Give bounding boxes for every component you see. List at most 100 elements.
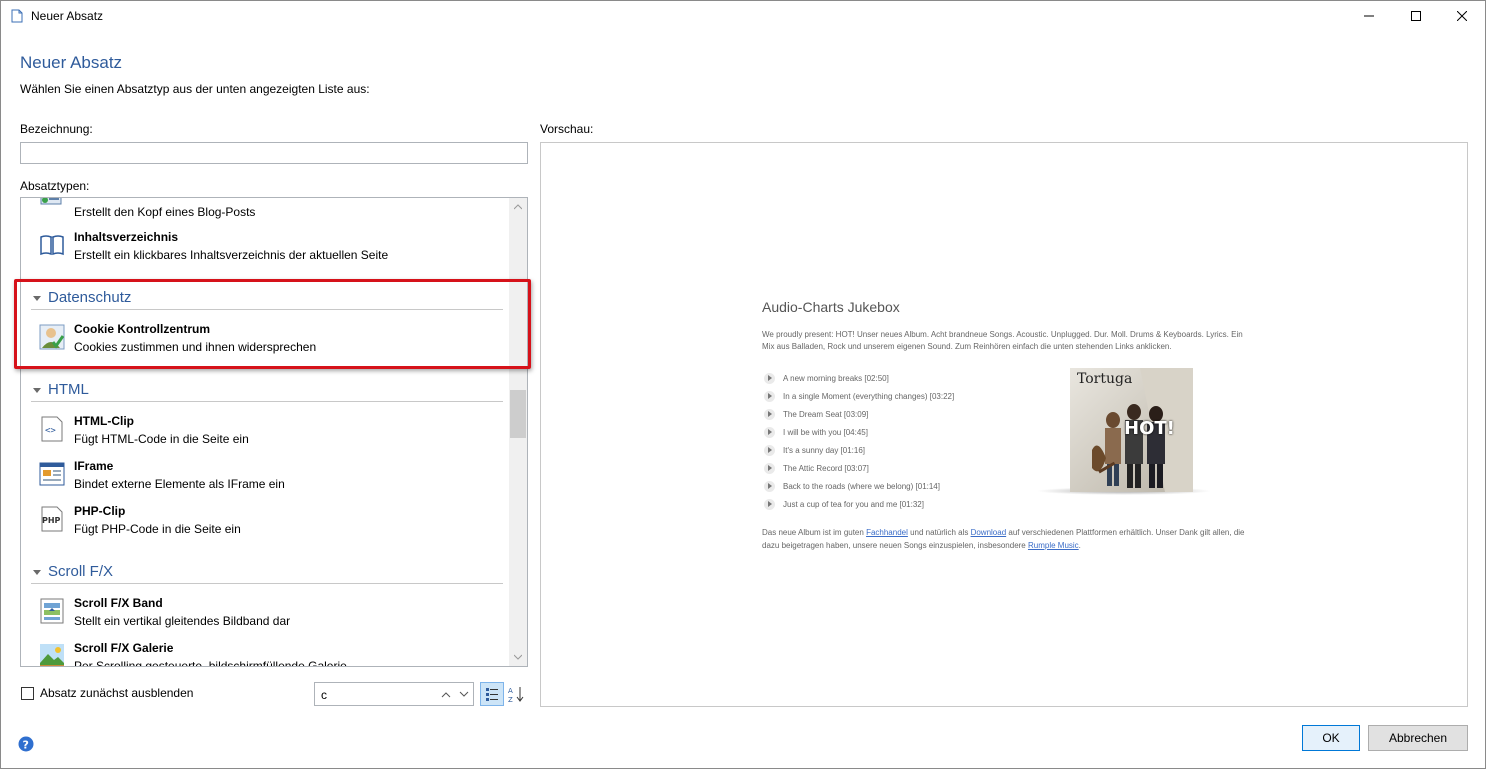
search-input-value: c bbox=[321, 688, 327, 702]
track-title: A new morning breaks [02:50] bbox=[783, 373, 889, 383]
list-scrollbar[interactable] bbox=[509, 198, 527, 666]
svg-text:A: A bbox=[508, 687, 513, 695]
play-icon bbox=[764, 444, 775, 456]
svg-text:PHP: PHP bbox=[42, 516, 61, 525]
track-item: It's a sunny day [01:16] bbox=[764, 441, 1024, 459]
preview-intro: We proudly present: HOT! Unser neues Alb… bbox=[762, 330, 1243, 351]
list-item-html-clip[interactable]: <> HTML-Clip Fügt HTML-Code in die Seite… bbox=[21, 410, 509, 454]
group-name: Scroll F/X bbox=[48, 563, 114, 580]
close-icon bbox=[1457, 11, 1467, 21]
item-description: Per Scrolling gesteuerte, bildschirmfüll… bbox=[74, 659, 347, 667]
track-item: In a single Moment (everything changes) … bbox=[764, 387, 1024, 405]
link-download[interactable]: Download bbox=[971, 528, 1007, 537]
track-title: Back to the roads (where we belong) [01:… bbox=[783, 481, 940, 491]
item-name: IFrame bbox=[74, 459, 114, 473]
help-icon[interactable]: ? bbox=[18, 736, 34, 752]
preview-label: Vorschau: bbox=[540, 122, 594, 136]
track-title: Just a cup of tea for you and me [01:32] bbox=[783, 499, 924, 509]
search-input[interactable]: c bbox=[314, 682, 474, 706]
list-content: Erstellt den Kopf eines Blog-Posts Inhal… bbox=[21, 198, 509, 667]
list-item-inhaltsverzeichnis[interactable]: Inhaltsverzeichnis Erstellt ein klickbar… bbox=[21, 226, 509, 270]
track-item: A new morning breaks [02:50] bbox=[764, 369, 1024, 387]
group-scroll-fx[interactable]: Scroll F/X bbox=[31, 560, 503, 588]
track-item: The Dream Seat [03:09] bbox=[764, 405, 1024, 423]
iframe-icon bbox=[39, 461, 65, 487]
list-item-scroll-fx-band[interactable]: Scroll F/X Band Stellt ein vertikal glei… bbox=[21, 592, 509, 636]
item-name: Scroll F/X Galerie bbox=[74, 641, 174, 655]
group-html[interactable]: HTML bbox=[31, 378, 503, 406]
album-cover-image: Tortuga HOT! bbox=[1070, 368, 1193, 492]
play-icon bbox=[764, 426, 775, 438]
window-title: Neuer Absatz bbox=[31, 9, 104, 23]
hide-paragraph-checkbox[interactable]: Absatz zunächst ausblenden bbox=[21, 686, 193, 700]
group-name: Datenschutz bbox=[48, 289, 132, 306]
list-item-scroll-fx-galerie[interactable]: Scroll F/X Galerie Per Scrolling gesteue… bbox=[21, 637, 509, 667]
play-icon bbox=[764, 372, 775, 384]
item-name: Scroll F/X Band bbox=[74, 596, 163, 610]
cover-band-name: Tortuga bbox=[1077, 371, 1133, 387]
scroll-up-arrow-icon[interactable] bbox=[509, 198, 527, 216]
item-name: HTML-Clip bbox=[74, 414, 134, 428]
link-fachhandel[interactable]: Fachhandel bbox=[866, 528, 908, 537]
scroll-thumb[interactable] bbox=[510, 390, 526, 438]
play-icon bbox=[764, 480, 775, 492]
item-description: Erstellt den Kopf eines Blog-Posts bbox=[74, 205, 256, 219]
group-name: HTML bbox=[48, 381, 89, 398]
play-icon bbox=[764, 408, 775, 420]
item-description: Cookies zustimmen und ihnen widerspreche… bbox=[74, 340, 317, 354]
group-divider bbox=[31, 309, 503, 310]
php-icon: PHP bbox=[39, 506, 65, 532]
maximize-button[interactable] bbox=[1393, 1, 1439, 31]
landscape-icon bbox=[39, 643, 65, 666]
cancel-button[interactable]: Abbrechen bbox=[1368, 725, 1468, 751]
scroll-down-arrow-icon[interactable] bbox=[509, 648, 527, 666]
outro-text: Das neue Album ist im guten bbox=[762, 528, 867, 537]
item-name: Inhaltsverzeichnis bbox=[74, 230, 179, 244]
collapse-caret-icon bbox=[33, 570, 41, 575]
dialog-heading: Neuer Absatz bbox=[20, 53, 123, 72]
list-item-iframe[interactable]: IFrame Bindet externe Elemente als IFram… bbox=[21, 455, 509, 499]
preview-pane: Audio-Charts Jukebox We proudly present:… bbox=[540, 142, 1468, 707]
item-description: Fügt HTML-Code in die Seite ein bbox=[74, 432, 249, 446]
close-button[interactable] bbox=[1439, 1, 1485, 31]
list-item-php-clip[interactable]: PHP PHP-Clip Fügt PHP-Code in die Seite … bbox=[21, 500, 509, 544]
track-title: I will be with you [04:45] bbox=[783, 427, 868, 437]
item-name: PHP-Clip bbox=[74, 504, 126, 518]
group-datenschutz[interactable]: Datenschutz bbox=[31, 286, 503, 314]
group-divider bbox=[31, 583, 503, 584]
minimize-button[interactable] bbox=[1346, 1, 1392, 31]
title-bar: Neuer Absatz bbox=[1, 1, 1485, 31]
group-divider bbox=[31, 401, 503, 402]
list-item-cookie-kontrollzentrum[interactable]: Cookie Kontrollzentrum Cookies zustimmen… bbox=[21, 318, 509, 362]
item-description: Stellt ein vertikal gleitendes Bildband … bbox=[74, 614, 291, 628]
html-code-icon: <> bbox=[39, 416, 65, 442]
item-description: Bindet externe Elemente als IFrame ein bbox=[74, 477, 285, 491]
track-title: The Attic Record [03:07] bbox=[783, 463, 869, 473]
group-view-button[interactable] bbox=[480, 682, 504, 706]
link-rumple-music[interactable]: Rumple Music bbox=[1028, 541, 1079, 550]
play-icon bbox=[764, 498, 775, 510]
checkbox-box[interactable] bbox=[21, 686, 34, 700]
track-title: In a single Moment (everything changes) … bbox=[783, 391, 955, 401]
blog-header-icon bbox=[39, 198, 65, 218]
paragraph-type-list[interactable]: Erstellt den Kopf eines Blog-Posts Inhal… bbox=[20, 197, 528, 667]
ok-button[interactable]: OK bbox=[1302, 725, 1360, 751]
svg-text:<>: <> bbox=[45, 426, 56, 436]
outro-text: . bbox=[1078, 541, 1081, 550]
name-label: Bezeichnung: bbox=[20, 122, 93, 136]
search-previous-icon[interactable] bbox=[439, 687, 453, 701]
sort-az-button[interactable]: AZ bbox=[504, 682, 528, 706]
item-description: Erstellt ein klickbares Inhaltsverzeichn… bbox=[74, 248, 389, 262]
track-item: Just a cup of tea for you and me [01:32] bbox=[764, 495, 1024, 513]
types-label: Absatztypen: bbox=[20, 179, 90, 193]
minimize-icon bbox=[1364, 15, 1374, 17]
preview-title: Audio-Charts Jukebox bbox=[762, 299, 900, 315]
track-item: Back to the roads (where we belong) [01:… bbox=[764, 477, 1024, 495]
track-item: The Attic Record [03:07] bbox=[764, 459, 1024, 477]
search-next-icon[interactable] bbox=[457, 687, 471, 701]
user-check-icon bbox=[39, 324, 65, 350]
track-title: The Dream Seat [03:09] bbox=[783, 409, 869, 419]
name-input[interactable] bbox=[20, 142, 528, 164]
svg-text:?: ? bbox=[23, 739, 29, 752]
cover-album-title: HOT! bbox=[1124, 418, 1175, 439]
